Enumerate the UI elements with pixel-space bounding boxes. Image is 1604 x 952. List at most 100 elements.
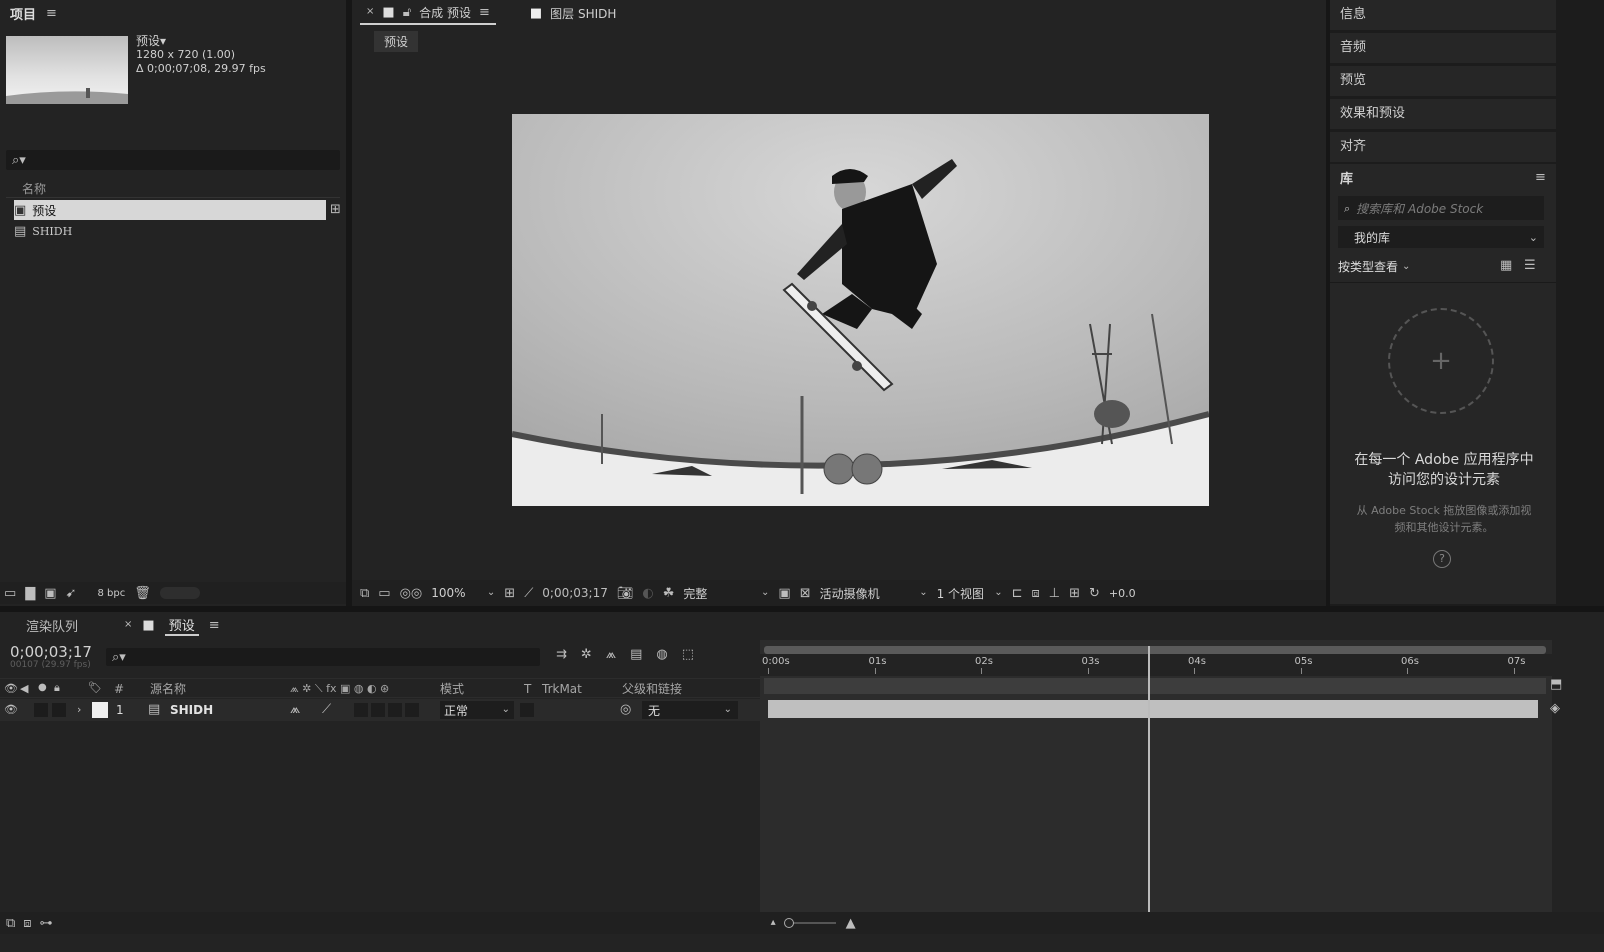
transparency-grid-icon[interactable]: ⊠ xyxy=(800,587,811,600)
panel-audio[interactable]: 音频 xyxy=(1330,33,1556,63)
hash-column-label[interactable]: # xyxy=(114,679,124,699)
trash-icon[interactable]: 🗑 xyxy=(134,587,151,600)
pickwhip-icon[interactable]: ◎ xyxy=(620,703,631,716)
draft-3d-icon[interactable]: ✲ xyxy=(581,648,592,661)
audio-toggle[interactable] xyxy=(34,703,48,717)
frame-blending-icon[interactable]: ▤ xyxy=(630,648,642,661)
layer-label-color[interactable] xyxy=(92,702,108,718)
add-to-library-button[interactable]: + xyxy=(1388,308,1494,414)
mode-dropdown[interactable]: 正常 ⌄ xyxy=(440,701,514,719)
color-channel-icon[interactable]: ☘︎ xyxy=(663,587,675,600)
label-icon[interactable]: 🏷︎ xyxy=(88,682,102,693)
panel-effects-presets[interactable]: 效果和预设 xyxy=(1330,99,1556,129)
viewer-timecode[interactable]: 0;00;03;17 xyxy=(542,586,608,600)
graph-editor-icon[interactable]: ⬚ xyxy=(682,648,694,661)
grid-view-icon[interactable]: ▦ xyxy=(1500,259,1512,272)
layer-duration-bar[interactable] xyxy=(768,700,1538,718)
audio-icon[interactable]: ◀ xyxy=(20,683,28,694)
chevron-right-icon[interactable]: › xyxy=(77,704,81,715)
tab-composition[interactable]: × ■ 🔓︎ 合成 预设 ≡ xyxy=(360,1,496,25)
parent-dropdown[interactable]: 无 ⌄ xyxy=(642,701,738,719)
view-by-type-dropdown[interactable]: 按类型查看 ⌄ xyxy=(1338,258,1410,275)
timeline-search-input[interactable]: ⌕▾ xyxy=(106,648,540,666)
motion-blur-icon[interactable]: ◍ xyxy=(656,648,667,661)
name-column-label[interactable]: 名称 xyxy=(22,182,46,196)
bpc-label[interactable]: 8 bpc xyxy=(98,588,126,599)
new-composition-icon[interactable]: ▣ xyxy=(44,587,56,600)
keyframe-nav-icon[interactable]: ◈ xyxy=(1550,702,1560,715)
layer-row[interactable]: 👁︎ › 1 ▤ SHIDH ⩕ ⟋ 正常 ⌄ ◎ 无 ⌄ xyxy=(0,699,760,721)
project-item-composition[interactable]: ▣ 预设 xyxy=(14,200,326,220)
in-out-toggle-icon[interactable]: ⊶ xyxy=(40,917,53,930)
project-search-input[interactable]: ⌕▾ xyxy=(6,150,340,170)
show-snapshot-icon[interactable]: ◐ xyxy=(642,587,653,600)
tab-render-queue[interactable]: 渲染队列 xyxy=(26,616,78,635)
zoom-in-timeline-icon[interactable]: ⬒ xyxy=(1550,678,1562,691)
panel-menu-icon[interactable]: ≡ xyxy=(1535,171,1546,184)
quality-switch-icon[interactable]: ⟋ xyxy=(322,703,331,716)
layer-switches-toggle-icon[interactable]: ⧉ xyxy=(6,917,15,930)
layer-name[interactable]: SHIDH xyxy=(170,703,213,717)
timeline-icon[interactable]: ⊥ xyxy=(1049,587,1060,600)
mode-column-label[interactable]: 模式 xyxy=(440,679,464,699)
new-folder-icon[interactable]: ▇ xyxy=(25,587,35,600)
source-name-column-label[interactable]: 源名称 xyxy=(150,679,186,699)
panel-menu-icon[interactable]: ≡ xyxy=(209,619,220,632)
zoom-dropdown[interactable]: 100% ⌄ xyxy=(431,586,495,600)
help-icon[interactable]: ? xyxy=(1433,550,1451,568)
shy-layers-icon[interactable]: ⩕ xyxy=(606,648,616,661)
work-area-bar[interactable] xyxy=(764,646,1546,654)
tab-comp-timeline[interactable]: 预设 xyxy=(164,615,199,636)
solo-toggle[interactable] xyxy=(52,703,66,717)
composition-viewer[interactable] xyxy=(512,114,1209,506)
resolution-dropdown[interactable]: 完整 ⌄ xyxy=(683,585,769,602)
my-library-dropdown[interactable]: 我的库 ⌄ xyxy=(1338,226,1544,248)
grid-icon[interactable]: ⊞ xyxy=(504,587,515,600)
vr-icon[interactable]: ◎◎ xyxy=(400,587,423,600)
reset-exposure-icon[interactable]: ↻ xyxy=(1089,587,1100,600)
panel-info[interactable]: 信息 xyxy=(1330,0,1556,30)
playhead[interactable] xyxy=(1148,646,1151,912)
rocket-icon[interactable]: ➹ xyxy=(66,587,77,600)
library-search-input[interactable]: ⌕ 搜索库和 Adobe Stock xyxy=(1338,196,1544,220)
eye-icon[interactable]: 👁︎ xyxy=(4,704,18,715)
zoom-out-icon[interactable]: ▴ xyxy=(771,918,776,928)
close-icon[interactable]: × xyxy=(124,620,132,630)
thumbnail-name[interactable]: 预设▾ xyxy=(136,34,266,48)
project-panel-title[interactable]: 项目 xyxy=(10,4,36,23)
switch-boxes[interactable] xyxy=(354,703,420,717)
switches-column-icons[interactable]: ⩕ ✲ ⟍ fx ▣ ◍ ◐ ⊛ xyxy=(290,679,389,699)
project-scrollbar[interactable] xyxy=(159,587,200,599)
interpret-footage-icon[interactable]: ▭ xyxy=(4,587,16,600)
shy-switch-icon[interactable]: ⩕ xyxy=(290,703,300,716)
trkmat-box[interactable] xyxy=(520,703,534,717)
camera-dropdown[interactable]: 活动摄像机 ⌄ xyxy=(820,585,928,602)
lock-icon[interactable]: 🔓︎ xyxy=(403,6,411,19)
monitor-icon[interactable]: ▭ xyxy=(378,587,390,600)
zoom-in-icon[interactable]: ▲ xyxy=(846,917,856,930)
comp-breadcrumb[interactable]: 预设 xyxy=(374,31,419,52)
exposure-value[interactable]: +0.0 xyxy=(1109,587,1136,600)
lock-icon[interactable]: 🔒︎ xyxy=(54,682,60,693)
trkmat-column-label[interactable]: TrkMat xyxy=(542,679,582,699)
region-of-interest-icon[interactable]: ▣ xyxy=(778,587,790,600)
eye-icon[interactable]: 👁︎ xyxy=(4,683,18,694)
mask-icon[interactable]: ⟋ xyxy=(524,587,533,600)
timeline-graph-area[interactable]: 0:00s 01s 02s 03s 04s 05s 06s 07s xyxy=(760,640,1552,912)
panel-align[interactable]: 对齐 xyxy=(1330,132,1556,162)
close-icon[interactable]: × xyxy=(366,7,374,17)
zoom-slider[interactable] xyxy=(783,918,836,928)
views-dropdown[interactable]: 1 个视图 ⌄ xyxy=(937,585,1003,602)
camera-snapshot-icon[interactable]: 📷︎ xyxy=(617,587,634,600)
flowchart-icon[interactable]: ⊞ xyxy=(330,203,341,216)
solo-icon[interactable]: ● xyxy=(38,683,47,693)
time-ruler[interactable]: 0:00s 01s 02s 03s 04s 05s 06s 07s xyxy=(760,654,1552,676)
toggle-pixel-aspect-icon[interactable]: ⊏ xyxy=(1012,587,1023,600)
library-title[interactable]: 库 xyxy=(1340,168,1353,187)
list-view-icon[interactable]: ☰ xyxy=(1524,259,1536,272)
modes-toggle-icon[interactable]: ⧈ xyxy=(23,917,31,930)
parent-column-label[interactable]: 父级和链接 xyxy=(622,679,682,699)
panel-menu-icon[interactable]: ≡ xyxy=(479,6,490,19)
fast-preview-icon[interactable]: ⧈ xyxy=(1032,587,1040,600)
zoom-slider-handle[interactable] xyxy=(783,918,794,928)
